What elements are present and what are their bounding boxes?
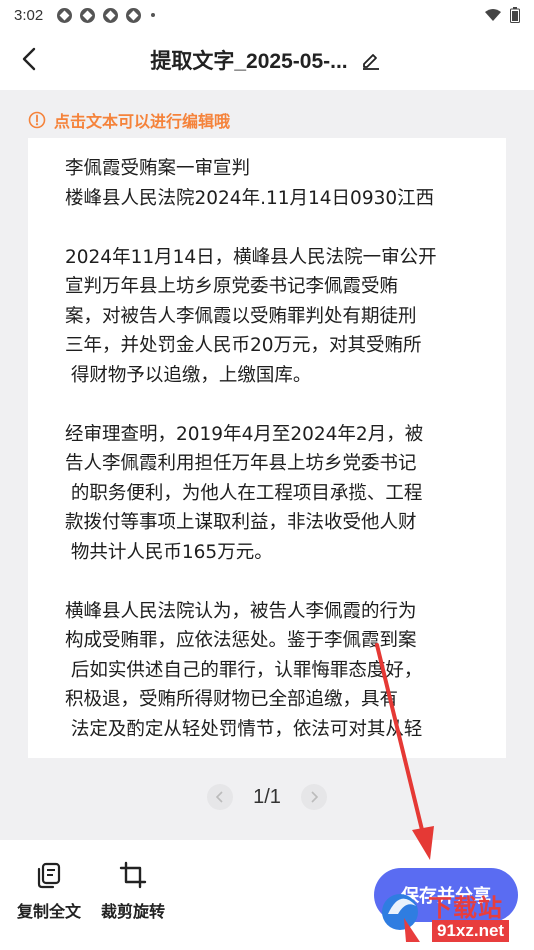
page-indicator: 1/1 [253, 785, 281, 808]
prev-page-button[interactable] [207, 784, 233, 810]
pencil-icon [362, 54, 379, 70]
next-page-button[interactable] [301, 784, 327, 810]
copy-all-button[interactable]: 复制全文 [17, 860, 81, 922]
notification-icon [126, 7, 142, 23]
chevron-left-icon [22, 47, 36, 71]
chevron-right-icon [311, 791, 319, 803]
status-time: 3:02 [14, 6, 44, 24]
content-area: 点击文本可以进行编辑哦 李佩霞受贿案一审宣判 楼峰县人民法院2024年.11月1… [0, 90, 534, 840]
save-share-button[interactable]: 保存并分享 [374, 868, 518, 922]
notification-icons [57, 7, 156, 23]
notification-icon [80, 7, 96, 23]
warning-circle-icon [28, 111, 46, 129]
edit-hint: 点击文本可以进行编辑哦 [28, 108, 230, 132]
edit-title-button[interactable] [358, 47, 384, 73]
notification-icon [57, 7, 73, 23]
copy-all-label: 复制全文 [17, 902, 82, 921]
battery-icon [510, 7, 520, 23]
more-notifications-icon [151, 13, 156, 17]
back-button[interactable] [14, 44, 44, 74]
page-pager: 1/1 [0, 782, 534, 812]
bottom-toolbar: 复制全文 裁剪旋转 保存并分享 [0, 840, 534, 950]
app-header: 提取文字_2025-05-... [0, 30, 534, 90]
edit-hint-text: 点击文本可以进行编辑哦 [54, 112, 231, 131]
wifi-icon [485, 9, 501, 21]
page-title: 提取文字_2025-05-... [150, 50, 348, 73]
notification-icon [103, 7, 119, 23]
chevron-left-icon [215, 791, 223, 803]
extracted-text[interactable]: 李佩霞受贿案一审宣判 楼峰县人民法院2024年.11月14日0930江西 202… [28, 138, 506, 744]
crop-rotate-icon [119, 861, 147, 889]
crop-rotate-label: 裁剪旋转 [101, 902, 166, 921]
crop-rotate-button[interactable]: 裁剪旋转 [101, 860, 165, 922]
copy-icon [37, 862, 61, 889]
status-bar: 3:02 [0, 0, 534, 30]
extracted-text-card[interactable]: 李佩霞受贿案一审宣判 楼峰县人民法院2024年.11月14日0930江西 202… [28, 138, 506, 758]
